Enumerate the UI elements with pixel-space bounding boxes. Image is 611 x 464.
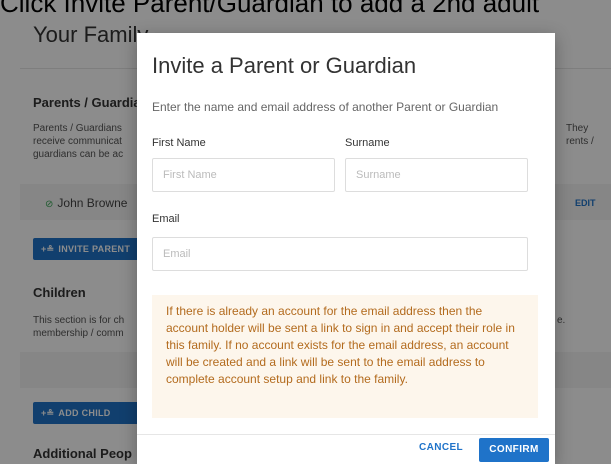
email-input[interactable]	[152, 237, 528, 271]
first-name-label: First Name	[152, 137, 206, 149]
cancel-button[interactable]: CANCEL	[419, 442, 463, 453]
modal-title: Invite a Parent or Guardian	[152, 53, 417, 78]
invite-modal: Invite a Parent or Guardian Enter the na…	[137, 33, 555, 464]
modal-footer-divider	[137, 434, 555, 435]
first-name-input[interactable]	[152, 158, 335, 192]
surname-input[interactable]	[345, 158, 528, 192]
modal-subtitle: Enter the name and email address of anot…	[152, 100, 499, 114]
surname-label: Surname	[345, 137, 390, 149]
confirm-button[interactable]: CONFIRM	[479, 438, 549, 462]
caption-text: Click Invite Parent/Guardian to add a 2n…	[0, 0, 540, 18]
invite-notice: If there is already an account for the e…	[152, 295, 538, 418]
email-label: Email	[152, 213, 180, 225]
